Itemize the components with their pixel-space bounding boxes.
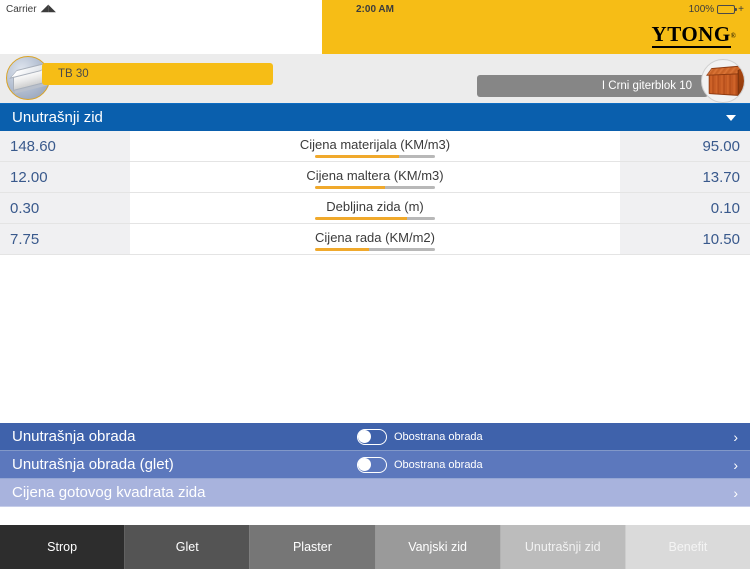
option-toggle-group[interactable]: Obostrana obrada [357,456,736,473]
row-slider[interactable] [315,186,435,189]
comparison-table: 148.60 Cijena materijala (KM/m3) 95.00 1… [0,131,750,255]
option-label: Cijena gotovog kvadrata zida [12,484,206,501]
option-row-cijena-gotovog-kvadrata[interactable]: Cijena gotovog kvadrata zida › [0,479,750,507]
option-row-unutrasnja-obrada[interactable]: Unutrašnja obrada Obostrana obrada › [0,423,750,451]
row-slider-track [407,217,435,220]
navigation-bar: Unutrašnji zid YTONG ® [0,18,750,54]
section-header-unutrasnji-zid[interactable]: Unutrašnji zid [0,103,750,131]
battery-charging-icon: + [738,3,744,15]
row-slider-fill [315,186,385,189]
row-left-value[interactable]: 7.75 [0,224,130,254]
tab-benefit[interactable]: Benefit [625,525,750,569]
tab-vanjski-zid[interactable]: Vanjski zid [375,525,501,569]
aac-block-shape [13,67,45,91]
section-header-title: Unutrašnji zid [12,109,103,126]
row-slider[interactable] [315,217,435,220]
row-label: Cijena maltera (KM/m3) [306,167,444,183]
row-slider[interactable] [315,248,435,251]
obostrana-obrada-toggle[interactable] [357,428,387,445]
table-row[interactable]: 12.00 Cijena maltera (KM/m3) 13.70 [0,162,750,193]
chevron-right-icon[interactable]: › [733,430,738,444]
right-product-selector[interactable]: I Crni giterblok 10 [477,75,708,97]
obostrana-obrada-glet-toggle[interactable] [357,456,387,473]
tab-glet[interactable]: Glet [125,525,251,569]
option-toggle-label: Obostrana obrada [394,430,483,443]
page-title: Unutrašnji zid [180,26,283,45]
row-right-value[interactable]: 13.70 [620,162,750,192]
options-list: Unutrašnja obrada Obostrana obrada › Unu… [0,423,750,507]
ytong-logo: YTONG ® [651,18,736,54]
row-slider-track [369,248,435,251]
row-slider-fill [315,217,408,220]
row-left-value[interactable]: 12.00 [0,162,130,192]
tab-bar: Strop Glet Plaster Vanjski zid Unutrašnj… [0,525,750,569]
row-slider-track [384,186,435,189]
clay-brick-shape [708,69,743,97]
row-left-value[interactable]: 0.30 [0,193,130,223]
row-right-value[interactable]: 0.10 [620,193,750,223]
registered-trademark-icon: ® [730,32,736,40]
tab-strop[interactable]: Strop [0,525,126,569]
row-label: Cijena materijala (KM/m3) [299,136,451,152]
row-right-value[interactable]: 95.00 [620,131,750,161]
chevron-right-icon[interactable]: › [733,486,738,500]
status-bar: Carrier ◢◣ 2:00 AM 100% + [0,0,750,18]
row-middle[interactable]: Debljina zida (m) [130,193,620,223]
right-product-label: I Crni giterblok 10 [601,80,692,92]
row-slider-track [399,155,435,158]
chevron-down-icon[interactable] [726,114,736,121]
toggle-knob [358,429,371,443]
option-toggle-label: Obostrana obrada [394,458,483,471]
row-middle[interactable]: Cijena maltera (KM/m3) [130,162,620,192]
row-slider[interactable] [315,155,435,158]
option-label: Unutrašnja obrada [12,428,136,445]
left-product-selector[interactable]: TB 30 [42,63,273,85]
tab-unutrasnji-zid[interactable]: Unutrašnji zid [500,525,626,569]
row-right-value[interactable]: 10.50 [620,224,750,254]
row-label: Cijena rada (KM/m2) [315,229,435,245]
content-spacer [0,255,750,423]
row-slider-fill [315,248,369,251]
product-selector-strip: TB 30 I Crni giterblok 10 [0,54,750,103]
row-label: Debljina zida (m) [326,198,424,214]
table-row[interactable]: 148.60 Cijena materijala (KM/m3) 95.00 [0,131,750,162]
chevron-right-icon[interactable]: › [733,458,738,472]
battery-percent-label: 100% [688,3,715,15]
table-row[interactable]: 7.75 Cijena rada (KM/m2) 10.50 [0,224,750,255]
toggle-knob [358,457,371,471]
clay-brick-icon[interactable] [701,59,745,103]
battery-icon [717,4,738,14]
row-middle[interactable]: Cijena materijala (KM/m3) [130,131,620,161]
option-row-unutrasnja-obrada-glet[interactable]: Unutrašnja obrada (glet) Obostrana obrad… [0,451,750,479]
left-product-label: TB 30 [58,68,89,80]
row-slider-fill [315,155,399,158]
option-label: Unutrašnja obrada (glet) [12,456,174,473]
table-row[interactable]: 0.30 Debljina zida (m) 0.10 [0,193,750,224]
options-bottom-gap [0,507,750,525]
status-bar-time: 2:00 AM [356,3,394,15]
option-toggle-group[interactable]: Obostrana obrada [357,428,736,445]
tab-plaster[interactable]: Plaster [250,525,376,569]
ytong-logo-text: YTONG [651,22,731,48]
row-middle[interactable]: Cijena rada (KM/m2) [130,224,620,254]
row-left-value[interactable]: 148.60 [0,131,130,161]
status-bar-right: 100% + [689,0,744,18]
